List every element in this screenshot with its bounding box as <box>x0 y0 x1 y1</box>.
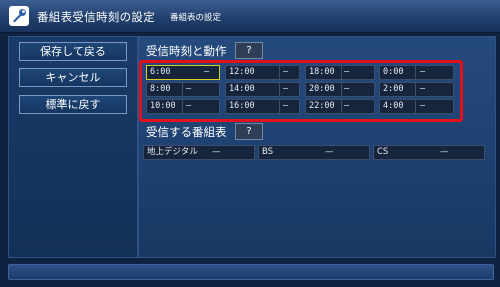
schedule-cell[interactable]: 18:00 — <box>305 65 375 80</box>
schedule-cell[interactable]: 12:00 — <box>225 65 300 80</box>
guide-value: — <box>212 147 221 157</box>
title-bar: 番組表受信時刻の設定 番組表の設定 <box>0 0 500 33</box>
cell-action: — <box>420 84 426 94</box>
status-bar <box>8 264 494 280</box>
cell-time: 6:00 <box>150 67 171 77</box>
schedule-help-button[interactable]: ? <box>235 42 263 59</box>
cell-action: — <box>344 101 350 111</box>
schedule-cell[interactable]: 20:00 — <box>305 82 375 97</box>
guide-value: — <box>440 147 449 157</box>
cell-action: — <box>283 101 289 111</box>
window-title: 番組表受信時刻の設定 <box>37 10 155 24</box>
guides-help-button[interactable]: ? <box>235 123 263 140</box>
cell-action: — <box>186 84 192 94</box>
cell-time: 8:00 <box>150 84 171 94</box>
schedule-cell-selected[interactable]: 6:00 — <box>146 65 220 80</box>
guide-cs[interactable]: CS — <box>373 145 485 160</box>
cell-action: — <box>420 67 426 77</box>
cell-time: 22:00 <box>309 101 335 111</box>
cell-time: 14:00 <box>229 84 255 94</box>
schedule-cell[interactable]: 22:00 — <box>305 99 375 114</box>
save-and-return-button[interactable]: 保存して戻る <box>19 42 127 61</box>
schedule-section-label: 受信時刻と動作 <box>146 44 227 58</box>
schedule-cell[interactable]: 14:00 — <box>225 82 300 97</box>
sidebar: 保存して戻る キャンセル 標準に戻す <box>8 36 138 258</box>
window-subtitle: 番組表の設定 <box>170 13 222 23</box>
schedule-cell[interactable]: 10:00 — <box>146 99 220 114</box>
cell-action: — <box>204 67 210 77</box>
guide-terrestrial[interactable]: 地上デジタル — <box>143 145 255 160</box>
cell-time: 10:00 <box>150 101 176 111</box>
cell-time: 12:00 <box>229 67 255 77</box>
cell-time: 2:00 <box>383 84 404 94</box>
guide-name: 地上デジタル <box>147 147 198 157</box>
cell-time: 4:00 <box>383 101 404 111</box>
cell-action: — <box>344 84 350 94</box>
cell-time: 18:00 <box>309 67 335 77</box>
schedule-cell[interactable]: 8:00 — <box>146 82 220 97</box>
reset-default-button[interactable]: 標準に戻す <box>19 95 127 114</box>
cell-time: 16:00 <box>229 101 255 111</box>
cell-action: — <box>283 84 289 94</box>
schedule-cell[interactable]: 16:00 — <box>225 99 300 114</box>
cell-action: — <box>420 101 426 111</box>
guides-section-label: 受信する番組表 <box>146 125 227 139</box>
cell-action: — <box>344 67 350 77</box>
schedule-cell[interactable]: 4:00 — <box>379 99 454 114</box>
guide-bs[interactable]: BS — <box>258 145 370 160</box>
cancel-button[interactable]: キャンセル <box>19 68 127 87</box>
schedule-cell[interactable]: 0:00 — <box>379 65 454 80</box>
cell-action: — <box>186 101 192 111</box>
cell-time: 0:00 <box>383 67 404 77</box>
guide-value: — <box>325 147 334 157</box>
cell-action: — <box>283 67 289 77</box>
cell-time: 20:00 <box>309 84 335 94</box>
schedule-cell[interactable]: 2:00 — <box>379 82 454 97</box>
wrench-icon <box>9 6 29 26</box>
guide-name: BS <box>262 147 274 157</box>
guide-name: CS <box>377 147 389 157</box>
